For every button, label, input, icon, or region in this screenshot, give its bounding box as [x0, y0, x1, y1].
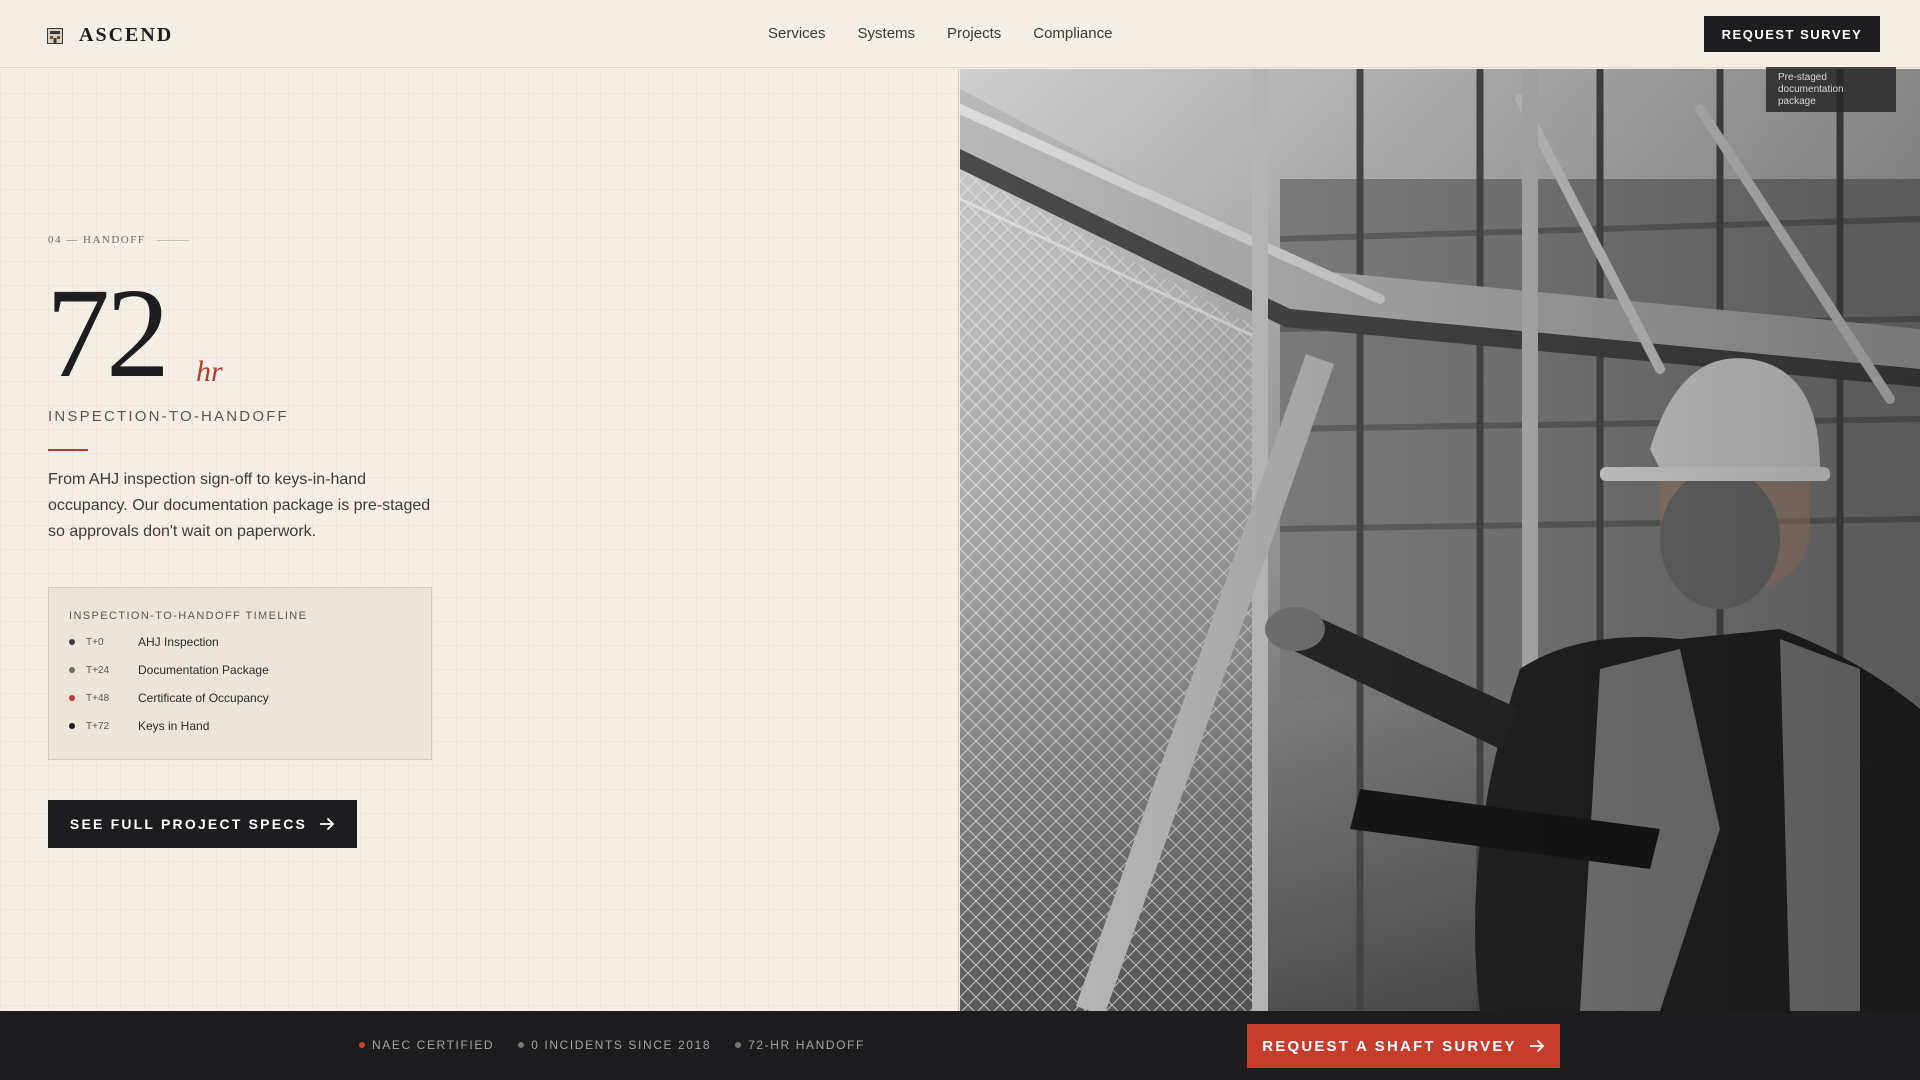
timeline-row: T+24 Documentation Package: [69, 662, 269, 678]
badge-text: Pre-staged documentation package: [1778, 71, 1844, 107]
arrow-right-icon: [1529, 1039, 1545, 1053]
status-dot: [518, 1042, 525, 1048]
brand-logo[interactable]: ASCEND: [47, 24, 173, 47]
nav-link-systems[interactable]: Systems: [858, 25, 916, 42]
timeline-time: T+0: [86, 636, 104, 648]
nav-link-projects[interactable]: Projects: [947, 25, 1001, 42]
section-eyebrow: 04 — HANDOFF: [48, 234, 190, 246]
nav-link-services[interactable]: Services: [768, 25, 826, 42]
specs-button-label: SEE FULL PROJECT SPECS: [69, 816, 308, 832]
stat-unit: hr: [196, 355, 223, 388]
footer-cta-label: REQUEST A SHAFT SURVEY: [1262, 1037, 1517, 1055]
handoff-timeline: INSPECTION-TO-HANDOFF TIMELINE T+0 AHJ I…: [48, 587, 432, 760]
timeline-row: T+72 Keys in Hand: [69, 718, 209, 734]
arrow-right-icon: [320, 817, 335, 831]
request-shaft-survey-button[interactable]: REQUEST A SHAFT SURVEY: [1247, 1024, 1560, 1068]
main-nav: Services Systems Projects Compliance: [768, 25, 1144, 42]
request-survey-button[interactable]: REQUEST SURVEY: [1704, 16, 1880, 52]
stat-label: INSPECTION-TO-HANDOFF: [48, 408, 289, 425]
trust-item-handoff: 72-HR HANDOFF: [735, 1038, 865, 1052]
eyebrow-text: 04 — HANDOFF: [48, 234, 146, 246]
timeline-time: T+72: [86, 720, 110, 732]
documentation-badge: Pre-staged documentation package: [1766, 67, 1896, 112]
timeline-dot: [69, 723, 75, 729]
brand-name: ASCEND: [79, 24, 174, 46]
site-photo: [960, 69, 1920, 1011]
hero-content: 04 — HANDOFF 72 hr INSPECTION-TO-HANDOFF…: [0, 69, 959, 1011]
eyebrow-rule: [157, 239, 190, 241]
timeline-time: T+24: [86, 664, 110, 676]
timeline-dot: [69, 667, 75, 673]
timeline-dot: [69, 639, 75, 645]
timeline-dot: [69, 695, 75, 701]
trust-text: 72-HR HANDOFF: [748, 1038, 865, 1052]
trust-indicators: NAEC CERTIFIED 0 INCIDENTS SINCE 2018 72…: [359, 1038, 889, 1052]
timeline-label: AHJ Inspection: [138, 635, 219, 649]
scaffolding-worker-image: [960, 69, 1920, 1011]
stat-value: 72: [46, 262, 170, 404]
accent-divider: [48, 449, 88, 451]
status-dot: [735, 1042, 742, 1048]
see-project-specs-button[interactable]: SEE FULL PROJECT SPECS: [48, 800, 357, 848]
trust-text: 0 INCIDENTS SINCE 2018: [531, 1038, 712, 1052]
trust-item-certified: NAEC CERTIFIED: [359, 1038, 494, 1052]
hero-body: From AHJ inspection sign-off to keys-in-…: [48, 471, 431, 540]
timeline-time: T+48: [86, 692, 110, 704]
sticky-cta-bar: NAEC CERTIFIED 0 INCIDENTS SINCE 2018 72…: [0, 1011, 1920, 1080]
timeline-row: T+48 Certificate of Occupancy: [69, 690, 269, 706]
timeline-label: Documentation Package: [138, 663, 269, 677]
nav-link-compliance[interactable]: Compliance: [1033, 25, 1112, 42]
building-icon: [47, 27, 63, 44]
timeline-title: INSPECTION-TO-HANDOFF TIMELINE: [69, 610, 308, 622]
timeline-label: Keys in Hand: [138, 719, 210, 733]
timeline-label: Certificate of Occupancy: [138, 691, 269, 705]
timeline-row: T+0 AHJ Inspection: [69, 634, 219, 650]
status-dot: [359, 1042, 365, 1048]
trust-text: NAEC CERTIFIED: [372, 1038, 495, 1052]
site-header: ASCEND Services Systems Projects Complia…: [0, 0, 1920, 68]
trust-item-incidents: 0 INCIDENTS SINCE 2018: [518, 1038, 711, 1052]
